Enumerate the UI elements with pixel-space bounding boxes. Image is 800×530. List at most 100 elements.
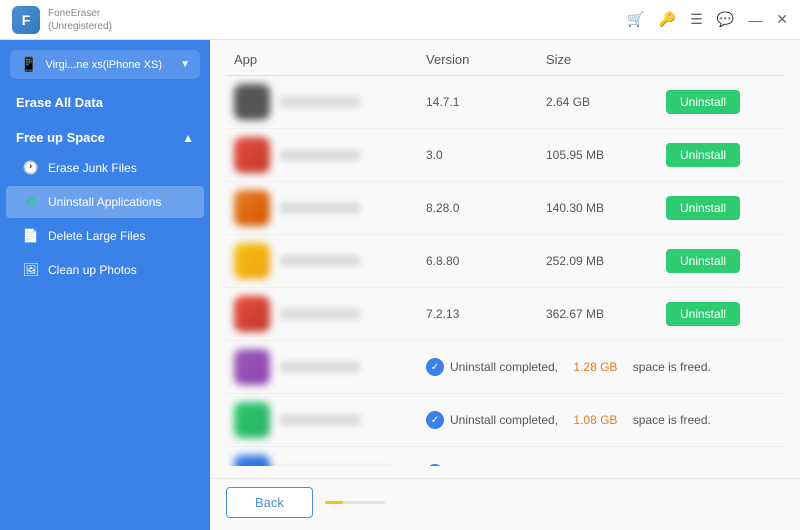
free-up-space-label: Free up Space	[16, 130, 105, 145]
app-cell	[234, 455, 426, 466]
chat-icon[interactable]: 💬	[717, 11, 734, 28]
table-row: ✓ Uninstall completed, 1.08 GB space is …	[226, 394, 784, 447]
app-cell	[234, 402, 426, 438]
table-row: ✓ Uninstall completed, 162.25 MB space i…	[226, 447, 784, 466]
title-bar: F FoneEraser (Unregistered) 🛒 🔑 ☰ 💬 — ✕	[0, 0, 800, 40]
app-cell	[234, 190, 426, 226]
table-row: 8.28.0 140.30 MB Uninstall	[226, 182, 784, 235]
size-cell: 362.67 MB	[546, 307, 666, 321]
app-cell	[234, 296, 426, 332]
app-name	[280, 255, 360, 267]
completed-end: space is freed.	[633, 360, 711, 374]
app-cell	[234, 84, 426, 120]
app-logo: F	[12, 6, 40, 34]
size-cell: 252.09 MB	[546, 254, 666, 268]
app-cell	[234, 137, 426, 173]
version-cell: 7.2.13	[426, 307, 546, 321]
action-cell: Uninstall	[666, 143, 776, 167]
sidebar: 📱 Virgi...ne xs(iPhone XS) ▼ Erase All D…	[0, 40, 210, 530]
app-icon	[234, 84, 270, 120]
completed-message: ✓ Uninstall completed, 162.25 MB space i…	[426, 464, 776, 466]
erase-all-data-label[interactable]: Erase All Data	[0, 85, 210, 116]
progress-bar	[325, 501, 385, 504]
size-cell: 140.30 MB	[546, 201, 666, 215]
bottom-bar: Back	[210, 478, 800, 530]
content-area: App Version Size 14.7.1 2.64 GB Uninstal…	[210, 40, 800, 530]
chevron-down-icon: ▼	[180, 59, 190, 70]
uninstall-button[interactable]: Uninstall	[666, 302, 740, 326]
app-name: FoneEraser	[48, 7, 112, 20]
size-cell: 2.64 GB	[546, 95, 666, 109]
recycle-icon: ♻	[22, 193, 40, 211]
version-cell: 3.0	[426, 148, 546, 162]
table-row: ✓ Uninstall completed, 1.28 GB space is …	[226, 341, 784, 394]
col-header-action	[666, 52, 776, 67]
freed-size: 1.08 GB	[573, 413, 617, 427]
table-row: 6.8.80 252.09 MB Uninstall	[226, 235, 784, 288]
key-icon[interactable]: 🔑	[659, 11, 676, 28]
file-icon: 📄	[22, 227, 40, 245]
app-icon	[234, 455, 270, 466]
version-cell: 14.7.1	[426, 95, 546, 109]
sidebar-item-label-clean-photos: Clean up Photos	[48, 263, 137, 277]
action-cell: Uninstall	[666, 249, 776, 273]
app-name	[280, 202, 360, 214]
table-row: 3.0 105.95 MB Uninstall	[226, 129, 784, 182]
app-name	[280, 149, 360, 161]
app-cell	[234, 243, 426, 279]
cart-icon[interactable]: 🛒	[627, 11, 644, 28]
check-icon: ✓	[426, 464, 444, 466]
close-icon[interactable]: ✕	[776, 11, 788, 28]
sidebar-item-uninstall-apps[interactable]: ♻ Uninstall Applications	[6, 186, 204, 218]
back-button[interactable]: Back	[226, 487, 313, 518]
device-icon: 📱	[20, 56, 37, 73]
app-name	[280, 414, 360, 426]
app-icon	[234, 296, 270, 332]
device-selector[interactable]: 📱 Virgi...ne xs(iPhone XS) ▼	[10, 50, 200, 79]
table-row: 14.7.1 2.64 GB Uninstall	[226, 76, 784, 129]
table-scroll[interactable]: 14.7.1 2.64 GB Uninstall 3.0 105.95 MB	[226, 76, 784, 466]
completed-text: Uninstall completed,	[450, 360, 558, 374]
sidebar-item-label-delete-large: Delete Large Files	[48, 229, 145, 243]
collapse-icon[interactable]: ▲	[182, 131, 194, 145]
size-cell: 105.95 MB	[546, 148, 666, 162]
col-header-version: Version	[426, 52, 546, 67]
uninstall-button[interactable]: Uninstall	[666, 249, 740, 273]
action-cell: Uninstall	[666, 90, 776, 114]
col-header-size: Size	[546, 52, 666, 67]
app-name	[280, 308, 360, 320]
app-name	[280, 96, 360, 108]
app-icon	[234, 243, 270, 279]
app-icon	[234, 190, 270, 226]
app-name	[280, 361, 360, 373]
main-layout: 📱 Virgi...ne xs(iPhone XS) ▼ Erase All D…	[0, 40, 800, 530]
completed-text: Uninstall completed,	[450, 413, 558, 427]
sidebar-item-delete-large[interactable]: 📄 Delete Large Files	[6, 220, 204, 252]
device-name: Virgi...ne xs(iPhone XS)	[45, 59, 172, 71]
uninstall-button[interactable]: Uninstall	[666, 143, 740, 167]
window-controls: 🛒 🔑 ☰ 💬 — ✕	[627, 11, 788, 28]
app-branding: F FoneEraser (Unregistered)	[12, 6, 627, 34]
col-header-app: App	[234, 52, 426, 67]
minimize-icon[interactable]: —	[748, 12, 762, 28]
uninstall-button[interactable]: Uninstall	[666, 196, 740, 220]
sidebar-item-erase-junk[interactable]: 🕐 Erase Junk Files	[6, 152, 204, 184]
table-row: 7.2.13 362.67 MB Uninstall	[226, 288, 784, 341]
version-cell: 6.8.80	[426, 254, 546, 268]
app-status: (Unregistered)	[48, 20, 112, 33]
version-cell: 8.28.0	[426, 201, 546, 215]
action-cell: Uninstall	[666, 196, 776, 220]
check-icon: ✓	[426, 411, 444, 429]
sidebar-item-label-erase-junk: Erase Junk Files	[48, 161, 137, 175]
free-up-space-section: Free up Space ▲	[0, 120, 210, 151]
check-icon: ✓	[426, 358, 444, 376]
completed-message: ✓ Uninstall completed, 1.08 GB space is …	[426, 411, 776, 429]
app-icon	[234, 349, 270, 385]
sidebar-item-clean-photos[interactable]: 🖼 Clean up Photos	[6, 254, 204, 286]
menu-icon[interactable]: ☰	[690, 11, 703, 28]
freed-size: 1.28 GB	[573, 360, 617, 374]
app-title: FoneEraser (Unregistered)	[48, 7, 112, 33]
uninstall-button[interactable]: Uninstall	[666, 90, 740, 114]
app-cell	[234, 349, 426, 385]
app-icon	[234, 402, 270, 438]
